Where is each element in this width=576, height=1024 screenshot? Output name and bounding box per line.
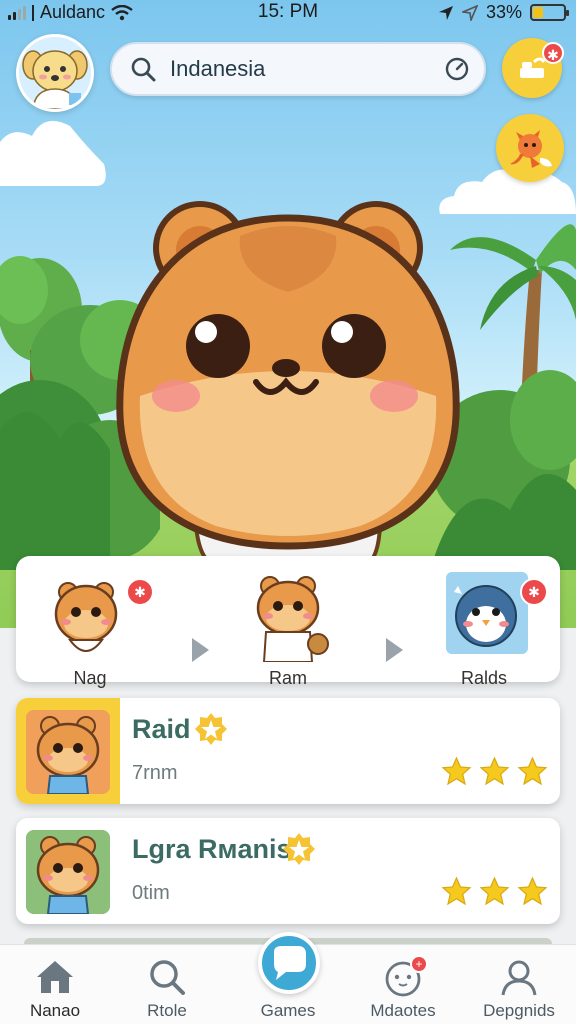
- battery-icon: [530, 4, 569, 21]
- star-icon: [517, 756, 548, 786]
- nav-home[interactable]: Nanao: [0, 955, 110, 1021]
- battery-level: [533, 7, 543, 18]
- profile-icon: [501, 960, 537, 996]
- hamster-mascot: [116, 201, 460, 566]
- search-input[interactable]: [170, 56, 430, 82]
- home-icon: [37, 961, 73, 993]
- stage-2-label: Ram: [268, 668, 307, 688]
- timer-icon[interactable]: [444, 56, 470, 82]
- star-rating: [441, 876, 548, 907]
- evolution-stage-3[interactable]: ✱ Ralds: [424, 566, 548, 688]
- nav-pets-label: Mdaotes: [370, 1001, 436, 1020]
- star-icon: [517, 876, 548, 906]
- evolution-card: ✱ Nag Ram ✱ Ralds: [16, 556, 560, 688]
- stage-1-alert-icon: ✱: [126, 578, 154, 606]
- stage-3-label: Ralds: [460, 668, 508, 688]
- fox-pet-button[interactable]: [496, 114, 564, 182]
- game-thumbnail: [26, 830, 110, 914]
- search-icon: [150, 960, 185, 995]
- evolution-stage-1[interactable]: ✱ Nag: [30, 566, 154, 688]
- nav-games-label: Games: [260, 1001, 316, 1020]
- arrow-right-icon: [386, 638, 403, 662]
- game-thumbnail: [26, 710, 110, 794]
- chat-bubble-icon: [274, 946, 306, 980]
- dog-avatar-icon: [19, 37, 91, 109]
- location-outline-icon: [461, 4, 478, 21]
- rewards-badge-icon: ✱: [542, 42, 564, 64]
- status-bar: Auldanc 15: PM 33%: [0, 0, 576, 26]
- game-meta: 7rnm: [132, 762, 178, 784]
- evolution-stage-2[interactable]: Ram: [228, 566, 348, 688]
- cloud-left: [0, 120, 106, 186]
- game-title: Raid: [132, 714, 191, 744]
- nav-search[interactable]: Rtole: [112, 955, 222, 1021]
- nav-search-label: Rtole: [147, 1001, 187, 1020]
- user-avatar[interactable]: [16, 34, 94, 112]
- stage-3-alert-icon: ✱: [520, 578, 548, 606]
- pets-badge-icon: +: [410, 955, 428, 973]
- rewards-button[interactable]: ✱: [502, 38, 564, 98]
- nav-profile-label: Depgnids: [483, 1001, 555, 1020]
- nav-profile[interactable]: Depgnids: [464, 955, 574, 1021]
- game-title: Lgra Rмanis: [132, 834, 292, 864]
- star-rating: [441, 756, 548, 787]
- game-card-raid[interactable]: Raid 7rnm: [16, 698, 560, 804]
- hamster-chef-icon: [256, 576, 329, 663]
- verified-badge-icon: [283, 833, 315, 865]
- location-arrow-icon: [438, 5, 453, 20]
- fox-icon: [510, 130, 552, 168]
- verified-badge-icon: [195, 713, 227, 745]
- star-icon: [441, 876, 472, 906]
- star-icon: [441, 756, 472, 786]
- stage-1-label: Nag: [73, 668, 107, 688]
- hamster-icon: [26, 830, 110, 914]
- nav-pets[interactable]: + Mdaotes: [348, 955, 458, 1021]
- star-icon: [479, 756, 510, 786]
- games-fab[interactable]: [258, 932, 320, 994]
- battery-percentage: 33%: [485, 2, 522, 22]
- nav-home-label: Nanao: [29, 1001, 81, 1020]
- star-icon: [479, 876, 510, 906]
- hamster-icon: [26, 710, 110, 794]
- search-bar[interactable]: [110, 42, 486, 96]
- game-meta: 0tim: [132, 882, 170, 904]
- arrow-right-icon: [192, 638, 209, 662]
- game-card-lgra[interactable]: Lgra Rмanis 0tim: [16, 818, 560, 924]
- search-icon: [131, 57, 156, 82]
